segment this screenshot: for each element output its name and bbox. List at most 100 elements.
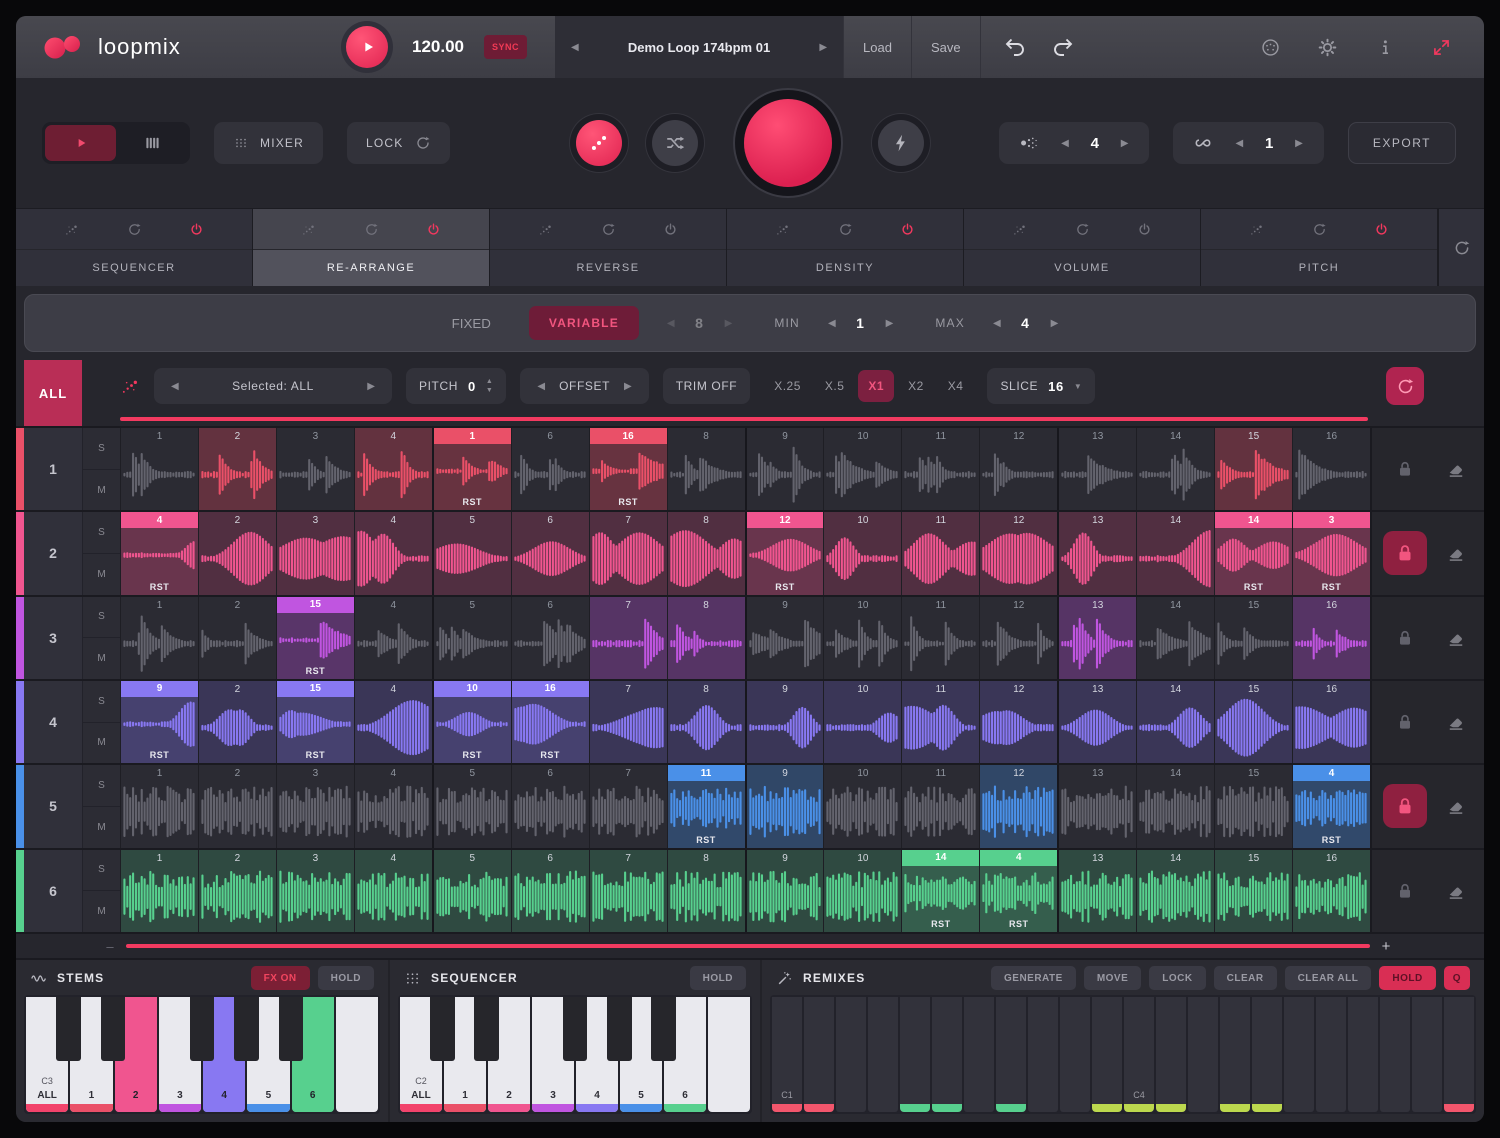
step-cell[interactable]: 14 bbox=[1136, 765, 1214, 847]
step-cell[interactable]: 10RST bbox=[432, 681, 511, 763]
step-cell[interactable]: 13 bbox=[1057, 765, 1136, 847]
step-cell[interactable]: 3RST bbox=[1292, 512, 1370, 594]
step-cell[interactable]: 8 bbox=[667, 850, 745, 932]
reset-icon[interactable] bbox=[601, 222, 616, 237]
fixed-mode-button[interactable]: FIXED bbox=[438, 306, 505, 341]
step-cell[interactable]: 8 bbox=[667, 428, 745, 510]
power-icon[interactable] bbox=[900, 222, 915, 237]
step-cell[interactable]: 4 bbox=[354, 765, 432, 847]
mute-button[interactable]: M bbox=[83, 891, 120, 932]
pattern-next-button[interactable]: ▶ bbox=[1117, 134, 1133, 153]
playhead-bar[interactable] bbox=[120, 417, 1368, 421]
mute-button[interactable]: M bbox=[83, 470, 120, 511]
save-button[interactable]: Save bbox=[911, 16, 980, 78]
undo-button[interactable] bbox=[991, 16, 1039, 78]
step-cell[interactable]: 16 bbox=[1292, 428, 1370, 510]
remix-key[interactable] bbox=[1316, 997, 1346, 1112]
step-cell[interactable]: 10 bbox=[823, 597, 901, 679]
step-cell[interactable]: 12 bbox=[979, 765, 1057, 847]
step-cell[interactable]: 14 bbox=[1136, 681, 1214, 763]
loop-next-button[interactable]: ▶ bbox=[1291, 134, 1307, 153]
power-icon[interactable] bbox=[1374, 222, 1389, 237]
row-number[interactable]: 3 bbox=[24, 597, 82, 679]
step-cell[interactable]: 2 bbox=[198, 428, 276, 510]
step-cell[interactable]: 11 bbox=[901, 512, 979, 594]
play-button[interactable] bbox=[346, 26, 388, 68]
fixed-count-next-button[interactable]: ▶ bbox=[721, 314, 737, 333]
tab-pitch[interactable]: PITCH bbox=[1201, 209, 1438, 286]
speed-option-x4[interactable]: X4 bbox=[938, 370, 974, 402]
row-erase-button[interactable] bbox=[1446, 796, 1466, 816]
remove-bar-button[interactable]: – bbox=[100, 939, 120, 954]
step-cell[interactable]: 7 bbox=[589, 597, 667, 679]
step-cell[interactable]: 2 bbox=[198, 512, 276, 594]
offset-prev-button[interactable]: ◀ bbox=[533, 377, 549, 396]
reset-icon[interactable] bbox=[838, 222, 853, 237]
step-cell[interactable]: 1 bbox=[120, 765, 198, 847]
step-cell[interactable]: 5 bbox=[432, 850, 511, 932]
piano-key[interactable] bbox=[708, 997, 750, 1112]
step-cell[interactable]: 3 bbox=[276, 765, 354, 847]
step-cell[interactable]: 3 bbox=[276, 850, 354, 932]
remix-key[interactable] bbox=[868, 997, 898, 1112]
step-cell[interactable]: 15 bbox=[1214, 765, 1292, 847]
piano-black-key[interactable] bbox=[607, 997, 632, 1061]
min-next-button[interactable]: ▶ bbox=[882, 314, 898, 333]
shuffle-button[interactable] bbox=[652, 120, 698, 166]
speed-option-x2[interactable]: X2 bbox=[898, 370, 934, 402]
step-cell[interactable]: 8 bbox=[667, 597, 745, 679]
tab-density[interactable]: DENSITY bbox=[727, 209, 964, 286]
remix-key[interactable] bbox=[1028, 997, 1058, 1112]
step-cell[interactable]: 3 bbox=[276, 512, 354, 594]
step-cell[interactable]: 9 bbox=[745, 681, 824, 763]
row-erase-button[interactable] bbox=[1446, 881, 1466, 901]
remix-key[interactable] bbox=[1220, 997, 1250, 1112]
row-lock-button[interactable] bbox=[1392, 878, 1418, 904]
row-erase-button[interactable] bbox=[1446, 628, 1466, 648]
remix-key[interactable]: C1 bbox=[772, 997, 802, 1112]
remix-key[interactable] bbox=[1156, 997, 1186, 1112]
mixer-button[interactable]: MIXER bbox=[214, 122, 323, 164]
row-number[interactable]: 5 bbox=[24, 765, 82, 847]
tab-rearrange[interactable]: RE-ARRANGE bbox=[253, 209, 490, 286]
piano-black-key[interactable] bbox=[430, 997, 455, 1061]
step-cell[interactable]: 5 bbox=[432, 512, 511, 594]
min-prev-button[interactable]: ◀ bbox=[824, 314, 840, 333]
step-cell[interactable]: 12RST bbox=[745, 512, 824, 594]
max-prev-button[interactable]: ◀ bbox=[989, 314, 1005, 333]
step-cell[interactable]: 9RST bbox=[120, 681, 198, 763]
step-cell[interactable]: 9 bbox=[745, 597, 824, 679]
step-cell[interactable]: 5 bbox=[432, 765, 511, 847]
max-next-button[interactable]: ▶ bbox=[1047, 314, 1063, 333]
remix-key[interactable] bbox=[1412, 997, 1442, 1112]
step-cell[interactable]: 9 bbox=[745, 428, 824, 510]
power-icon[interactable] bbox=[189, 222, 204, 237]
tab-sequencer[interactable]: SEQUENCER bbox=[16, 209, 253, 286]
pattern-prev-button[interactable]: ◀ bbox=[1057, 134, 1073, 153]
step-cell[interactable]: 4RST bbox=[979, 850, 1057, 932]
step-cell[interactable]: 2 bbox=[198, 765, 276, 847]
step-cell[interactable]: 1 bbox=[120, 850, 198, 932]
mute-button[interactable]: M bbox=[83, 554, 120, 595]
loop-view-button[interactable] bbox=[45, 125, 116, 161]
select-all-rows-button[interactable]: ALL bbox=[24, 360, 82, 426]
solo-button[interactable]: S bbox=[83, 428, 120, 470]
step-cell[interactable]: 14 bbox=[1136, 850, 1214, 932]
remix-key[interactable] bbox=[1284, 997, 1314, 1112]
piano-black-key[interactable] bbox=[234, 997, 259, 1061]
step-cell[interactable]: 6 bbox=[511, 428, 589, 510]
remix-key[interactable] bbox=[900, 997, 930, 1112]
step-cell[interactable]: 7 bbox=[589, 850, 667, 932]
piano-black-key[interactable] bbox=[190, 997, 215, 1061]
tab-reverse[interactable]: REVERSE bbox=[490, 209, 727, 286]
power-icon[interactable] bbox=[663, 222, 678, 237]
selection-prev-button[interactable]: ◀ bbox=[167, 377, 183, 396]
step-cell[interactable]: 4 bbox=[354, 428, 432, 510]
remix-key[interactable] bbox=[964, 997, 994, 1112]
step-cell[interactable]: 2 bbox=[198, 850, 276, 932]
step-cell[interactable]: 9 bbox=[745, 850, 824, 932]
step-cell[interactable]: 4 bbox=[354, 597, 432, 679]
speed-option-x25[interactable]: X.25 bbox=[764, 370, 811, 402]
mute-button[interactable]: M bbox=[83, 638, 120, 679]
redo-button[interactable] bbox=[1039, 16, 1087, 78]
